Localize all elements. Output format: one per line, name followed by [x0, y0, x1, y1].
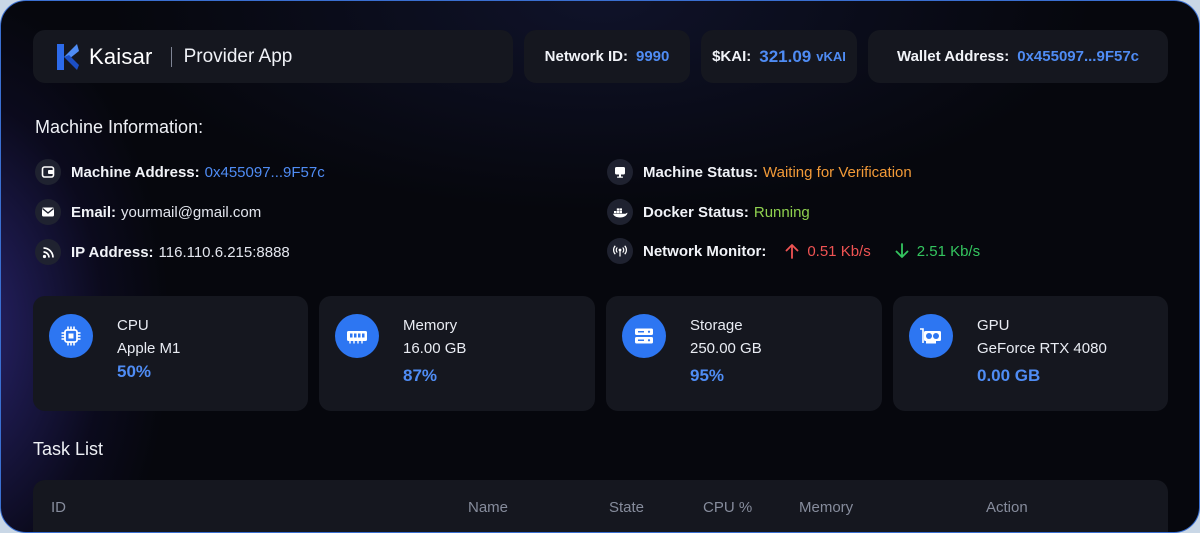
column-name[interactable]: Name	[468, 499, 508, 516]
task-list-title: Task List	[33, 439, 104, 459]
machine-status-row: Machine Status: Waiting for Verification	[607, 159, 912, 185]
email-value: yourmail@gmail.com	[121, 203, 262, 221]
docker-status-label: Docker Status:	[643, 203, 749, 221]
column-action[interactable]: Action	[986, 499, 1028, 516]
cpu-card: CPU Apple M1 50%	[33, 296, 308, 411]
wallet-icon	[35, 159, 61, 185]
machine-info-title: Machine Information:	[35, 117, 204, 137]
cpu-usage: 50%	[117, 362, 152, 381]
wallet-label: Wallet Address:	[896, 48, 1010, 65]
brand-name: Kaisar	[89, 43, 153, 69]
email-label: Email:	[71, 203, 117, 221]
gpu-usage: 0.00 GB	[977, 366, 1041, 385]
docker-status-value: Running	[753, 203, 810, 221]
kai-balance-pill: $KAI: 321.09 vKAI	[701, 30, 857, 83]
memory-usage: 87%	[403, 366, 438, 385]
kai-unit: vKAI	[816, 49, 846, 64]
machine-address-row: Machine Address: 0x455097...9F57c	[35, 159, 325, 185]
gpu-name: GPU	[977, 317, 1010, 334]
upload-rate-value: 0.51 Kb/s	[807, 242, 871, 260]
machine-status-label: Machine Status:	[643, 163, 759, 181]
ip-address-label: IP Address:	[71, 243, 154, 261]
gpu-card: GPU GeForce RTX 4080 0.00 GB	[893, 296, 1168, 411]
arrow-up-icon	[785, 244, 799, 259]
ip-address-value: 116.110.6.215:8888	[158, 243, 290, 261]
docker-icon	[607, 199, 633, 225]
gpu-spec: GeForce RTX 4080	[977, 340, 1107, 357]
mail-icon	[35, 199, 61, 225]
network-id-label: Network ID:	[544, 48, 628, 65]
network-monitor-label: Network Monitor:	[643, 242, 767, 260]
rss-icon	[35, 239, 61, 265]
arrow-down-icon	[895, 243, 909, 258]
download-rate: 2.51 Kb/s	[895, 243, 980, 260]
machine-address-label: Machine Address:	[71, 163, 200, 181]
storage-icon	[622, 314, 666, 358]
kaisar-logo-icon	[57, 43, 79, 70]
docker-status-row: Docker Status: Running	[607, 199, 810, 225]
wallet-value[interactable]: 0x455097...9F57c	[1017, 48, 1139, 65]
column-id[interactable]: ID	[51, 499, 66, 516]
ip-address-row: IP Address: 116.110.6.215:8888	[35, 239, 290, 265]
task-table-header: ID Name State CPU % Memory Action	[33, 480, 1168, 532]
network-id-pill: Network ID: 9990	[524, 30, 690, 83]
storage-spec: 250.00 GB	[690, 340, 762, 357]
cpu-icon	[49, 314, 93, 358]
column-state[interactable]: State	[609, 499, 644, 516]
cpu-name: CPU	[117, 317, 149, 334]
column-cpu[interactable]: CPU %	[703, 499, 752, 516]
storage-name: Storage	[690, 317, 743, 334]
memory-icon	[335, 314, 379, 358]
email-row: Email: yourmail@gmail.com	[35, 199, 261, 225]
machine-status-value: Waiting for Verification	[763, 163, 912, 181]
app-window: Kaisar Provider App Network ID: 9990 $KA…	[0, 0, 1200, 533]
storage-card: Storage 250.00 GB 95%	[606, 296, 882, 411]
monitor-icon	[607, 159, 633, 185]
memory-name: Memory	[403, 317, 458, 334]
brand-divider	[170, 46, 172, 67]
storage-usage: 95%	[690, 366, 725, 385]
app-name: Provider App	[183, 45, 293, 67]
cpu-spec: Apple M1	[117, 340, 181, 357]
column-memory[interactable]: Memory	[799, 499, 853, 516]
kai-value: 321.09	[759, 46, 812, 66]
machine-address-value[interactable]: 0x455097...9F57c	[205, 164, 325, 181]
kai-label: $KAI:	[712, 48, 752, 65]
upload-rate: 0.51 Kb/s	[785, 242, 871, 260]
brand-bar: Kaisar Provider App	[33, 30, 513, 83]
memory-spec: 16.00 GB	[403, 340, 467, 357]
network-monitor-row: Network Monitor: 0.51 Kb/s 2.51 Kb/s	[607, 238, 980, 264]
gpu-icon	[909, 314, 953, 358]
memory-card: Memory 16.00 GB 87%	[319, 296, 595, 411]
network-id-value: 9990	[635, 48, 670, 65]
broadcast-icon	[607, 238, 633, 264]
wallet-address-pill[interactable]: Wallet Address: 0x455097...9F57c	[868, 30, 1168, 83]
download-rate-value: 2.51 Kb/s	[916, 242, 981, 260]
